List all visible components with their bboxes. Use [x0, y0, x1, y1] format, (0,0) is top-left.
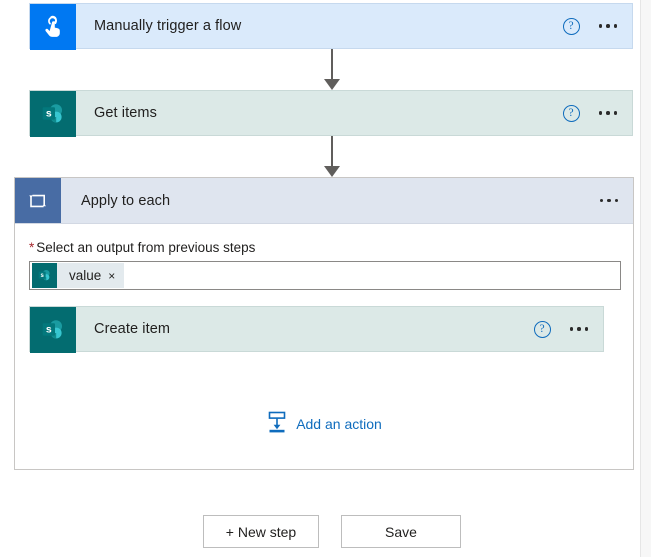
help-icon[interactable]: ? [533, 320, 551, 338]
flow-step-title: Manually trigger a flow [94, 18, 242, 34]
svg-text:s: s [46, 323, 52, 335]
select-output-input[interactable]: s value × [29, 261, 621, 290]
add-an-action-label: Add an action [296, 415, 382, 432]
required-indicator: * [29, 240, 35, 255]
connector-arrow-trigger-to-getitems [321, 49, 343, 90]
help-icon[interactable]: ? [562, 104, 580, 122]
close-icon[interactable]: × [108, 270, 124, 282]
select-output-label-text: Select an output from previous steps [36, 240, 256, 255]
svg-text:s: s [46, 107, 52, 119]
insert-action-icon [266, 410, 288, 437]
flow-step-manually-trigger-a-flow[interactable]: Manually trigger a flow ? [29, 3, 633, 50]
flow-step-title: Get items [94, 105, 157, 121]
more-options-icon[interactable] [599, 195, 620, 207]
flow-step-actions: ? [562, 17, 633, 35]
more-options-icon[interactable] [569, 323, 590, 335]
help-icon[interactable]: ? [562, 17, 580, 35]
more-options-icon[interactable] [598, 20, 619, 32]
connector-arrow-getitems-to-applytoeach [321, 136, 343, 177]
flow-step-title: Create item [94, 321, 171, 337]
scope-body: * Select an output from previous steps s … [15, 224, 633, 290]
flow-step-create-item[interactable]: s Create item ? [29, 306, 604, 353]
flow-step-actions: ? [562, 104, 633, 122]
more-options-icon[interactable] [598, 107, 619, 119]
loop-icon [15, 178, 61, 223]
touch-trigger-icon [30, 4, 76, 50]
scope-header[interactable]: Apply to each [15, 178, 633, 224]
select-output-label: * Select an output from previous steps [29, 240, 619, 255]
add-an-action-button[interactable]: Add an action [15, 410, 633, 437]
flow-step-actions: ? [533, 320, 604, 338]
sharepoint-icon: s [32, 263, 57, 288]
page-right-gutter [640, 0, 651, 557]
token-label: value [69, 268, 102, 283]
flow-scope-apply-to-each: Apply to each * Select an output from pre… [14, 177, 634, 470]
save-button[interactable]: Save [341, 515, 461, 548]
sharepoint-icon: s [30, 91, 76, 137]
flow-step-get-items[interactable]: s Get items ? [29, 90, 633, 137]
scope-actions [599, 195, 634, 207]
sharepoint-icon: s [30, 307, 76, 353]
scope-title: Apply to each [81, 192, 171, 209]
new-step-button[interactable]: + New step [203, 515, 319, 548]
token-chip-value[interactable]: s value × [32, 263, 125, 288]
flow-designer-canvas: Manually trigger a flow ? s Get items ? [0, 0, 640, 557]
